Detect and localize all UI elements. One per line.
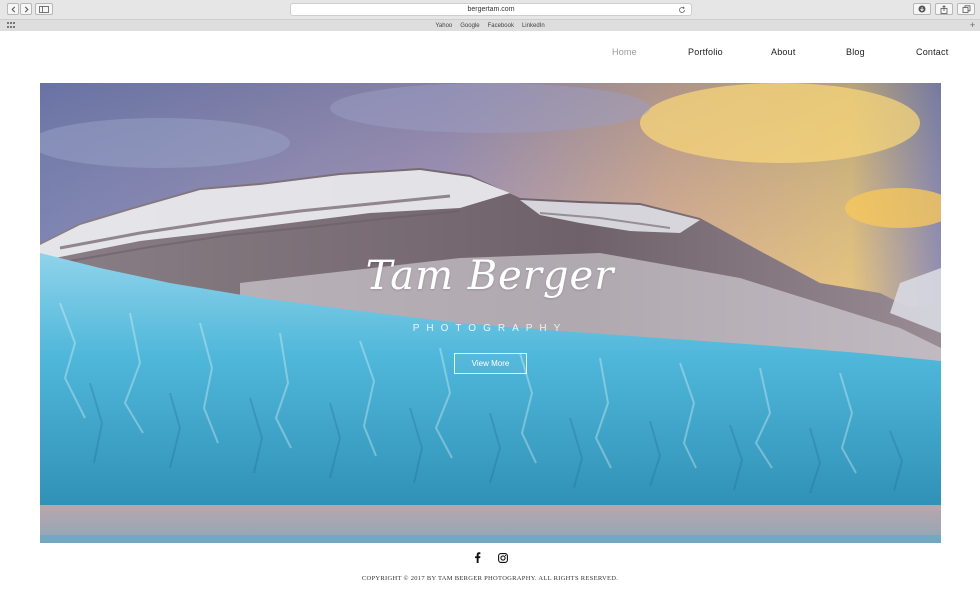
bookmark-linkedin[interactable]: LinkedIn bbox=[522, 23, 545, 29]
nav-portfolio[interactable]: Portfolio bbox=[688, 47, 723, 57]
bookmarks-bar: Yahoo Google Facebook LinkedIn + bbox=[0, 19, 980, 31]
view-more-button[interactable]: View More bbox=[454, 353, 527, 374]
address-bar[interactable]: bergertam.com bbox=[290, 3, 692, 16]
tabs-button[interactable] bbox=[957, 3, 975, 15]
bookmark-facebook[interactable]: Facebook bbox=[488, 23, 514, 29]
facebook-icon[interactable] bbox=[472, 552, 483, 563]
nav-blog[interactable]: Blog bbox=[846, 47, 865, 57]
browser-toolbar: bergertam.com bbox=[0, 0, 980, 19]
back-button[interactable] bbox=[7, 3, 19, 15]
url-text: bergertam.com bbox=[467, 6, 515, 13]
forward-button[interactable] bbox=[20, 3, 32, 15]
download-icon bbox=[918, 5, 926, 13]
tabs-icon bbox=[962, 5, 970, 13]
browser-chrome: bergertam.com Yahoo Google Facebook Link… bbox=[0, 0, 980, 31]
nav-home[interactable]: Home bbox=[612, 47, 637, 57]
nav-contact[interactable]: Contact bbox=[916, 47, 948, 57]
back-icon bbox=[10, 6, 15, 12]
share-button[interactable] bbox=[935, 3, 953, 15]
social-links bbox=[0, 552, 980, 566]
sidebar-button[interactable] bbox=[35, 3, 53, 15]
hero-subtitle: PHOTOGRAPHY bbox=[412, 323, 568, 334]
site-nav: Home Portfolio About Blog Contact bbox=[0, 47, 980, 61]
hero-photo bbox=[40, 83, 941, 543]
instagram-icon[interactable] bbox=[497, 552, 508, 563]
bookmarks-list: Yahoo Google Facebook LinkedIn bbox=[0, 20, 980, 31]
reload-icon[interactable] bbox=[678, 6, 686, 14]
bookmark-google[interactable]: Google bbox=[460, 23, 479, 29]
downloads-button[interactable] bbox=[913, 3, 931, 15]
share-icon bbox=[940, 4, 948, 14]
forward-icon bbox=[24, 6, 29, 12]
bookmark-yahoo[interactable]: Yahoo bbox=[435, 23, 452, 29]
sidebar-icon bbox=[39, 5, 49, 13]
hero-banner: Tam Berger PHOTOGRAPHY View More bbox=[40, 83, 941, 543]
add-tab-icon[interactable]: + bbox=[968, 21, 977, 30]
hero-title: Tam Berger bbox=[365, 253, 615, 299]
nav-about[interactable]: About bbox=[771, 47, 796, 57]
copyright-text: COPYRIGHT © 2017 BY TAM BERGER PHOTOGRAP… bbox=[361, 575, 619, 582]
